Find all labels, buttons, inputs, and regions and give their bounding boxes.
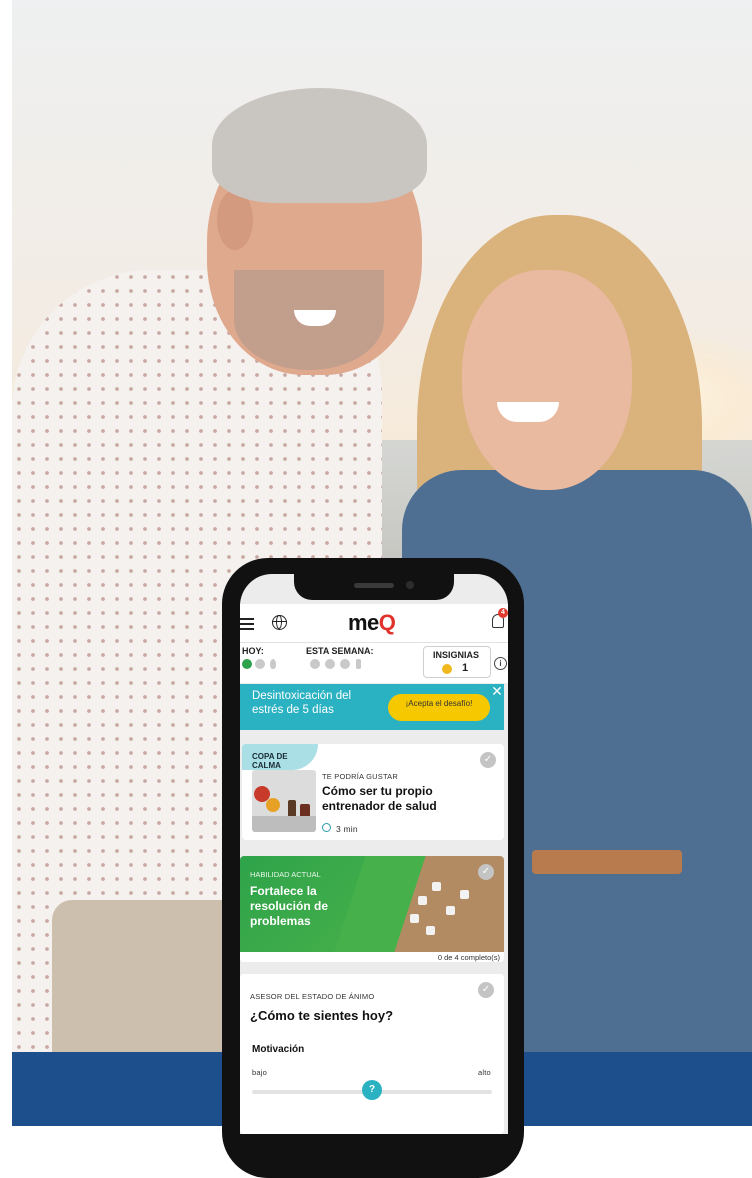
bolt-icon	[356, 659, 361, 669]
logo-text: me	[348, 610, 379, 635]
info-icon[interactable]: i	[494, 657, 507, 670]
logo-q: Q	[378, 610, 396, 635]
recommendation-duration: 3 min	[336, 824, 358, 834]
globe-icon[interactable]	[272, 615, 287, 630]
mood-section-label: ASESOR DEL ESTADO DE ÁNIMO	[250, 992, 375, 1001]
accept-challenge-button[interactable]: ¡Acepta el desafío!	[388, 694, 490, 721]
phone-screen: meQ 4 HOY: ESTA SEMANA: INSIGNIAS 1 i De…	[240, 574, 508, 1134]
recommendation-subtitle: TE PODRÍA GUSTAR	[322, 772, 398, 781]
close-icon[interactable]: ✕	[490, 684, 504, 698]
app-header: meQ 4	[240, 604, 508, 642]
category-tag: COPA DE CALMA	[242, 744, 318, 770]
completion-check-icon[interactable]: ✓	[480, 752, 496, 768]
mood-advisor-card: ASESOR DEL ESTADO DE ÁNIMO ✓ ¿Cómo te si…	[240, 974, 504, 1134]
app-logo: meQ	[348, 610, 396, 636]
week-dot-3	[340, 659, 350, 669]
phone-notch	[294, 574, 454, 600]
slider-high-label: alto	[478, 1068, 491, 1077]
front-camera	[406, 581, 414, 589]
current-skill-card[interactable]: HABILIDAD ACTUAL Fortalece la resolución…	[240, 856, 504, 962]
motivation-label: Motivación	[252, 1044, 305, 1055]
woman-face	[462, 270, 632, 490]
woman-belt	[532, 850, 682, 874]
week-dot-1	[310, 659, 320, 669]
hamburger-menu-icon[interactable]	[240, 618, 254, 630]
today-dot	[255, 659, 265, 669]
today-label: HOY:	[242, 646, 264, 656]
challenge-banner[interactable]: Desintoxicación del estrés de 5 días ¡Ac…	[240, 684, 504, 730]
clock-icon	[322, 823, 331, 832]
week-label: ESTA SEMANA:	[306, 646, 374, 656]
skill-progress: 0 de 4 completo(s)	[437, 953, 500, 962]
slider-low-label: bajo	[252, 1068, 267, 1077]
skill-check-icon[interactable]: ✓	[478, 864, 494, 880]
mood-check-icon[interactable]: ✓	[478, 982, 494, 998]
mood-question: ¿Cómo te sientes hoy?	[250, 1008, 394, 1023]
coin-icon	[442, 664, 452, 674]
today-check-dot	[242, 659, 252, 669]
recommendation-card[interactable]: COPA DE CALMA ✓ TE PODRÍA GUSTAR Cómo se…	[242, 744, 504, 840]
speaker-grill	[354, 583, 394, 588]
man-hair	[212, 88, 427, 203]
badges-count: 1	[462, 662, 469, 674]
motivation-slider-knob[interactable]: ?	[362, 1080, 382, 1100]
recommendation-title: Cómo ser tu propio entrenador de salud	[322, 784, 437, 813]
skill-label: HABILIDAD ACTUAL	[250, 870, 321, 879]
progress-status-bar: HOY: ESTA SEMANA: INSIGNIAS 1 i	[240, 642, 508, 683]
badges-label: INSIGNIAS	[433, 650, 480, 660]
challenge-title: Desintoxicación del estrés de 5 días	[252, 690, 352, 716]
notification-badge: 4	[498, 608, 508, 618]
skill-title: Fortalece la resolución de problemas	[250, 884, 329, 928]
flame-icon	[270, 659, 276, 669]
badges-counter[interactable]: INSIGNIAS 1	[423, 646, 491, 678]
recommendation-thumbnail	[252, 770, 316, 832]
week-dot-2	[325, 659, 335, 669]
